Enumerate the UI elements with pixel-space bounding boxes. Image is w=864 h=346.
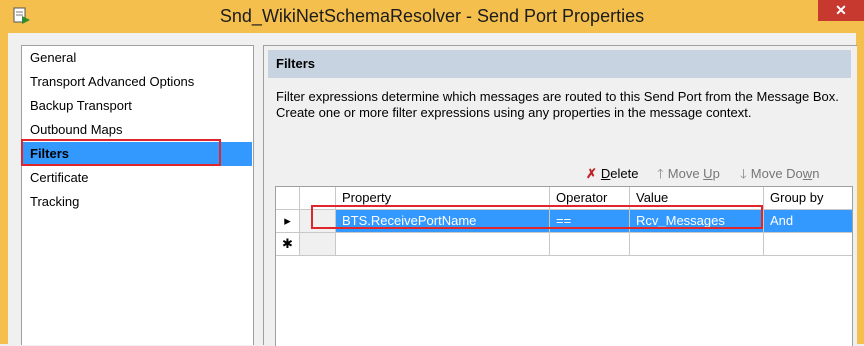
- filters-page: Filters Filter expressions determine whi…: [263, 45, 857, 346]
- cell-group-by[interactable]: And: [764, 210, 852, 233]
- move-down-label-rest: n: [812, 166, 820, 181]
- properties-app-icon: [13, 7, 30, 24]
- column-header-group-by[interactable]: Group by: [764, 187, 852, 210]
- delete-label-rest: elete: [610, 166, 639, 181]
- move-up-label-prefix: Move: [667, 166, 704, 181]
- filters-description: Filter expressions determine which messa…: [276, 89, 839, 120]
- new-row-property-cell[interactable]: [336, 233, 550, 256]
- move-down-label-hotkey: w: [802, 166, 813, 181]
- window-title: Snd_WikiNetSchemaResolver - Send Port Pr…: [219, 6, 645, 26]
- move-down-button[interactable]: 🡓 Move Down: [740, 164, 819, 184]
- title-bar: Snd_WikiNetSchemaResolver - Send Port Pr…: [0, 0, 864, 33]
- window-frame-left: [0, 33, 8, 344]
- new-row-marker[interactable]: ✱: [276, 233, 300, 256]
- nav-item-backup-transport[interactable]: Backup Transport: [23, 94, 252, 118]
- row-marker-current[interactable]: ▸: [276, 210, 300, 233]
- section-header: Filters: [268, 50, 851, 78]
- new-row-operator-cell[interactable]: [550, 233, 630, 256]
- nav-item-general[interactable]: General: [23, 46, 252, 70]
- arrow-down-icon: 🡓: [740, 166, 747, 181]
- move-down-label-prefix: Move Do: [750, 166, 803, 181]
- grid-corner-header: [276, 187, 300, 210]
- new-row-group-cell[interactable]: [300, 233, 336, 256]
- move-up-label-hotkey: U: [703, 166, 713, 181]
- delete-button[interactable]: ✗ Delete: [586, 164, 639, 184]
- new-row-value-cell[interactable]: [630, 233, 764, 256]
- page-navigation-list: General Transport Advanced Options Backu…: [21, 45, 254, 345]
- new-row-group-by-cell[interactable]: [764, 233, 852, 256]
- highlight-box-filters: [21, 139, 221, 166]
- delete-icon: ✗: [586, 166, 597, 181]
- highlight-box-filter-row: [311, 205, 763, 229]
- window-frame-right: [856, 33, 864, 344]
- move-up-button[interactable]: 🡑 Move Up: [657, 164, 720, 184]
- delete-label-hotkey: D: [600, 166, 611, 181]
- arrow-up-icon: 🡑: [657, 166, 664, 181]
- move-up-label-rest: p: [712, 166, 720, 181]
- nav-item-tracking[interactable]: Tracking: [23, 190, 252, 214]
- nav-item-certificate[interactable]: Certificate: [23, 166, 252, 190]
- nav-item-transport-advanced-options[interactable]: Transport Advanced Options: [23, 70, 252, 94]
- close-button[interactable]: ✕: [818, 0, 864, 21]
